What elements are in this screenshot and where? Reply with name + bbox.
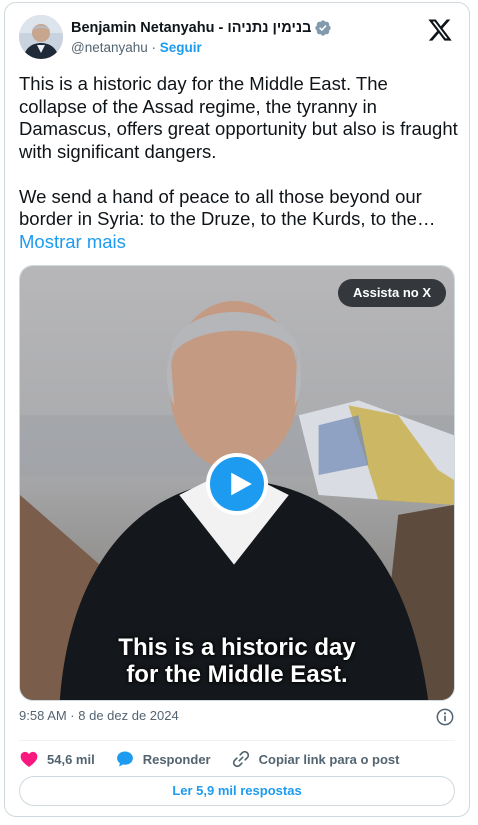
copy-link-button[interactable]: Copiar link para o post — [231, 749, 400, 769]
like-count: 54,6 mil — [47, 751, 95, 767]
tweet-paragraph-2: We send a hand of peace to all those bey… — [19, 186, 459, 254]
reply-label: Responder — [142, 751, 211, 767]
action-bar: 54,6 mil Responder Copiar link para o po… — [19, 747, 419, 771]
author-name[interactable]: Benjamin Netanyahu - בנימין נתניהו — [71, 20, 311, 36]
watch-on-x-button[interactable]: Assista no X — [337, 279, 446, 307]
tweet-header: Benjamin Netanyahu - בנימין נתניהו @neta… — [17, 13, 457, 63]
read-replies-button[interactable]: Ler 5,9 mil respostas — [19, 776, 455, 806]
caption-line-2: for the Middle East. — [126, 661, 348, 688]
copy-link-label: Copiar link para o post — [258, 751, 400, 767]
handle-row: @netanyahu · Seguir — [71, 40, 202, 55]
author-name-row: Benjamin Netanyahu - בנימין נתניהו — [71, 19, 332, 37]
tweet-timestamp[interactable]: 9:58 AM · 8 de dez de 2024 — [19, 708, 179, 723]
handle-separator: · — [151, 40, 157, 55]
speech-bubble-icon — [116, 751, 133, 767]
tweet-paragraph-2-text: We send a hand of peace to all those bey… — [19, 185, 436, 230]
heart-icon — [20, 751, 38, 767]
play-icon — [231, 472, 252, 496]
play-button[interactable] — [206, 453, 268, 515]
x-logo-icon[interactable] — [427, 17, 453, 43]
author-handle[interactable]: @netanyahu — [71, 40, 148, 55]
tweet-text: This is a historic day for the Middle Ea… — [19, 73, 459, 253]
info-icon[interactable] — [435, 707, 455, 727]
video-player[interactable]: Assista no X This is a historic day for … — [19, 265, 455, 701]
reply-button[interactable]: Responder — [115, 749, 211, 769]
verified-badge-icon — [315, 20, 332, 36]
video-caption: This is a historic day for the Middle Ea… — [20, 634, 454, 688]
tweet-paragraph-1: This is a historic day for the Middle Ea… — [19, 73, 458, 162]
show-more-link[interactable]: Mostrar mais — [19, 231, 126, 252]
like-button[interactable]: 54,6 mil — [19, 749, 95, 769]
caption-line-1: This is a historic day — [118, 634, 356, 661]
tweet-card: Benjamin Netanyahu - בנימין נתניהו @neta… — [4, 2, 470, 817]
avatar[interactable] — [19, 15, 63, 59]
divider — [19, 740, 455, 741]
follow-button[interactable]: Seguir — [160, 40, 202, 55]
link-icon — [232, 750, 249, 768]
